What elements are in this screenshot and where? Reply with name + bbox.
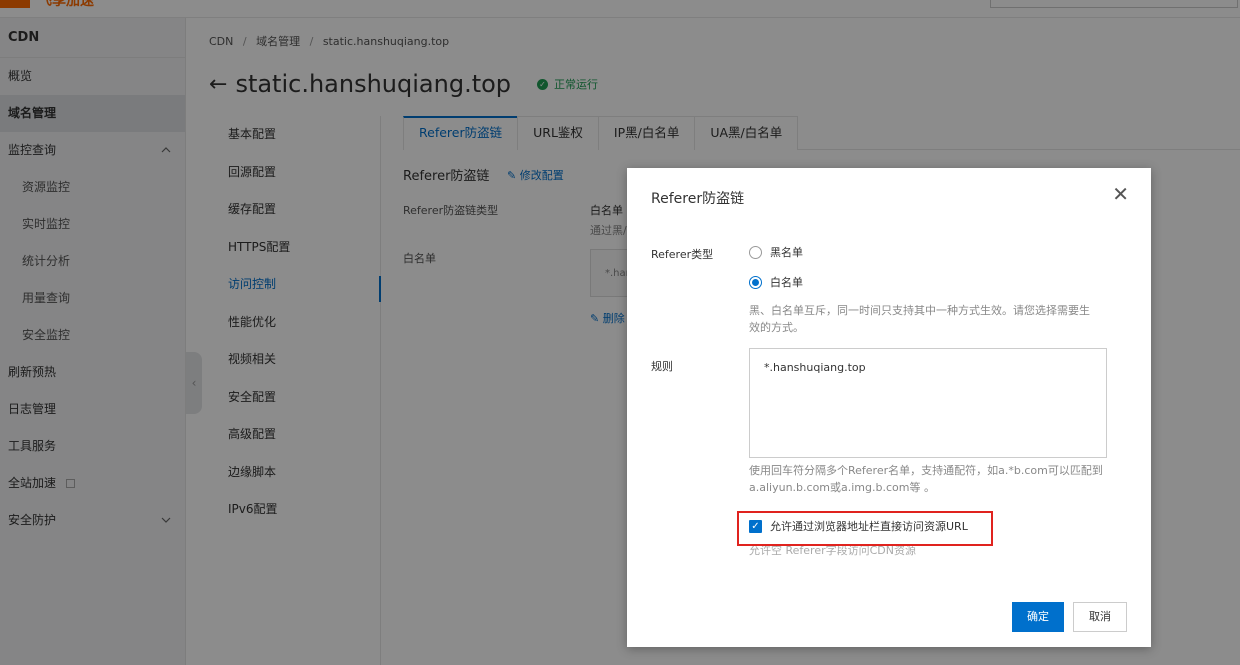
radio-whitelist[interactable]: 白名单 xyxy=(749,274,803,290)
rule-hint: 使用回车符分隔多个Referer名单，支持通配符，如a.*b.com可以匹配到 … xyxy=(749,462,1109,496)
radio-blacklist[interactable]: 黑名单 xyxy=(749,244,803,260)
type-hint-line: 效的方式。 xyxy=(749,321,804,334)
rule-hint-line: a.aliyun.b.com或a.img.b.com等 。 xyxy=(749,481,935,494)
type-hint: 黑、白名单互斥，同一时间只支持其中一种方式生效。请您选择需要生 效的方式。 xyxy=(749,302,1109,336)
referer-type-label: Referer类型 xyxy=(651,248,714,261)
rule-textarea[interactable]: *.hanshuqiang.top xyxy=(749,348,1107,458)
rule-label: 规则 xyxy=(651,360,673,373)
radio-circle-icon[interactable] xyxy=(749,245,762,259)
radio-label: 黑名单 xyxy=(770,246,803,259)
cancel-button[interactable]: 取消 xyxy=(1073,602,1127,632)
confirm-button[interactable]: 确定 xyxy=(1012,602,1064,632)
close-icon[interactable]: ✕ xyxy=(1112,184,1129,204)
referer-dialog: Referer防盗链 ✕ Referer类型 黑名单 白名单 黑、白名单互斥，同… xyxy=(627,168,1151,647)
type-hint-line: 黑、白名单互斥，同一时间只支持其中一种方式生效。请您选择需要生 xyxy=(749,304,1090,317)
dialog-title: Referer防盗链 xyxy=(651,191,745,207)
radio-label: 白名单 xyxy=(770,276,803,289)
highlight-box xyxy=(737,511,993,546)
radio-selected-icon[interactable] xyxy=(749,275,762,289)
rule-hint-line: 使用回车符分隔多个Referer名单，支持通配符，如a.*b.com可以匹配到 xyxy=(749,464,1103,477)
